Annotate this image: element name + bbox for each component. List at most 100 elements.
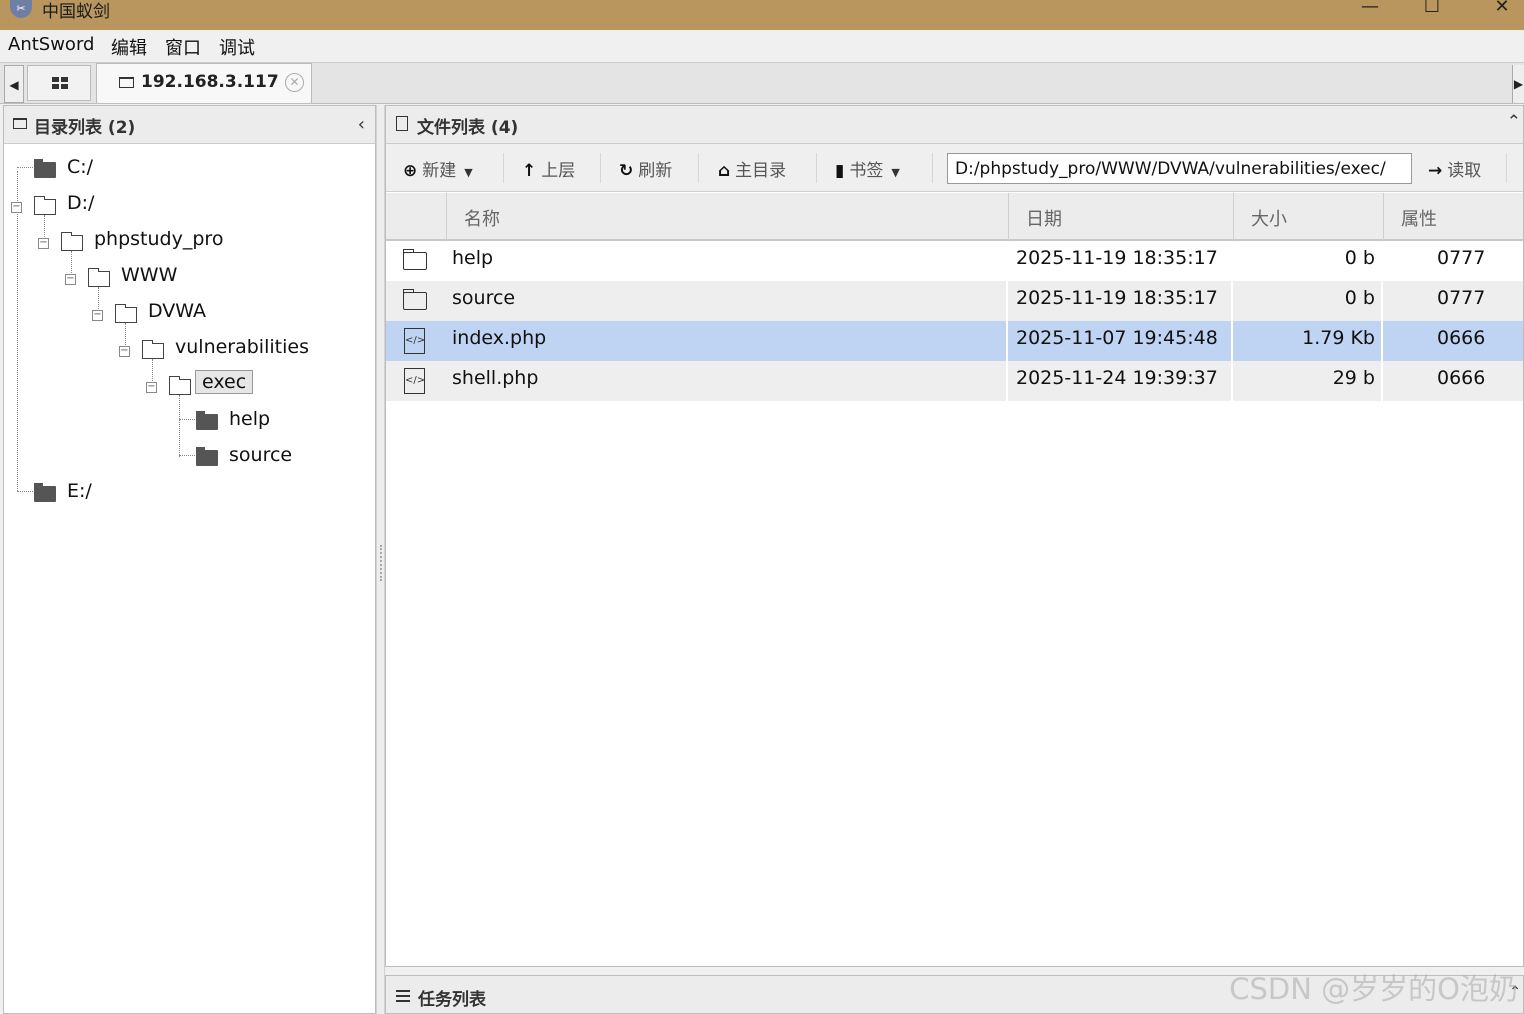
list-icon bbox=[396, 990, 410, 1002]
tree-node-www[interactable]: − WWW bbox=[4, 262, 254, 292]
refresh-button-label: 刷新 bbox=[638, 161, 673, 181]
table-row[interactable]: source 2025-11-19 18:35:17 0 b 0777 bbox=[386, 281, 1523, 321]
tree-node-vulnerabilities[interactable]: − vulnerabilities bbox=[4, 334, 309, 364]
tab-scroll-left-icon[interactable]: ◀ bbox=[4, 65, 24, 103]
collapse-toggle-icon[interactable]: − bbox=[38, 238, 49, 249]
caret-down-icon: ▼ bbox=[891, 166, 900, 179]
table-row[interactable]: </> shell.php 2025-11-24 19:39:37 29 b 0… bbox=[386, 361, 1523, 401]
plus-circle-icon: ⊕ bbox=[403, 161, 418, 181]
new-button-label: 新建 bbox=[422, 161, 457, 181]
caret-down-icon: ▼ bbox=[464, 166, 473, 179]
task-list-title: 任务列表 bbox=[418, 990, 486, 1010]
folder-icon bbox=[402, 289, 427, 310]
tree-node-label: DVWA bbox=[148, 300, 207, 322]
tree-node-exec[interactable]: − exec bbox=[4, 370, 304, 400]
menu-window[interactable]: 窗口 bbox=[165, 34, 201, 60]
menu-debug[interactable]: 调试 bbox=[219, 34, 255, 60]
collapse-toggle-icon[interactable]: − bbox=[92, 310, 103, 321]
maximize-icon[interactable]: ☐ bbox=[1412, 0, 1452, 20]
arrow-right-icon: → bbox=[1428, 161, 1443, 181]
refresh-icon: ↻ bbox=[619, 161, 634, 181]
file-list-panel-header: 文件列表 (4) ⌃ bbox=[386, 106, 1523, 144]
tab-label: 192.168.3.117 bbox=[141, 72, 279, 92]
tree-node-label: D:/ bbox=[67, 192, 95, 214]
folder-open-icon bbox=[33, 196, 56, 215]
tree-node-d-drive[interactable]: − D:/ bbox=[4, 190, 204, 220]
file-name: source bbox=[452, 287, 516, 309]
folder-open-icon bbox=[141, 340, 164, 359]
directory-tree: C:/ − D:/ − phpstudy_pro − WWW − DVWA − bbox=[4, 144, 375, 1004]
file-date: 2025-11-24 19:39:37 bbox=[1006, 361, 1231, 401]
table-row[interactable]: help 2025-11-19 18:35:17 0 b 0777 bbox=[386, 241, 1523, 281]
bookmark-icon: ▮ bbox=[835, 161, 845, 181]
minimize-icon[interactable]: — bbox=[1350, 0, 1390, 20]
tree-node-dvwa[interactable]: − DVWA bbox=[4, 298, 254, 328]
tab-home[interactable] bbox=[27, 65, 91, 101]
file-attr: 0777 bbox=[1381, 241, 1524, 281]
tree-node-source[interactable]: source bbox=[4, 442, 304, 472]
collapse-left-icon[interactable]: ‹ bbox=[358, 114, 365, 135]
folder-open-icon bbox=[114, 304, 137, 323]
bookmark-button-label: 书签 bbox=[849, 161, 884, 181]
directory-panel-title: 目录列表 (2) bbox=[34, 118, 136, 138]
folder-icon bbox=[119, 77, 134, 88]
chevron-up-icon[interactable]: ⌃ bbox=[1507, 112, 1521, 132]
file-size: 0 b bbox=[1231, 281, 1381, 321]
new-button[interactable]: ⊕ 新建 ▼ bbox=[403, 156, 473, 181]
home-dir-button-label: 主目录 bbox=[735, 161, 787, 181]
tab-shell-connection[interactable]: 192.168.3.117 ✕ bbox=[96, 63, 312, 103]
tree-node-label: phpstudy_pro bbox=[94, 228, 224, 250]
window-title: 中国蚁剑 bbox=[42, 2, 110, 22]
splitter-grip-icon bbox=[380, 545, 382, 581]
collapse-toggle-icon[interactable]: − bbox=[11, 202, 22, 213]
tree-node-phpstudy-pro[interactable]: − phpstudy_pro bbox=[4, 226, 254, 256]
table-row[interactable]: </> index.php 2025-11-07 19:45:48 1.79 K… bbox=[386, 321, 1523, 361]
file-table-header: 名称 日期 大小 属性 bbox=[386, 193, 1523, 241]
up-level-button[interactable]: ↑ 上层 bbox=[522, 156, 575, 181]
tree-node-e-drive[interactable]: E:/ bbox=[4, 478, 204, 508]
arrow-up-icon: ↑ bbox=[522, 161, 537, 181]
tree-node-label: E:/ bbox=[67, 480, 92, 502]
tab-scroll-right-icon[interactable]: ▶ bbox=[1512, 65, 1524, 103]
file-attr: 0666 bbox=[1381, 361, 1524, 401]
tree-node-help[interactable]: help bbox=[4, 406, 304, 436]
antsword-logo-icon: ✂ bbox=[10, 0, 32, 18]
tree-node-c-drive[interactable]: C:/ bbox=[4, 154, 204, 184]
file-list-panel-title: 文件列表 (4) bbox=[417, 118, 519, 138]
folder-open-icon bbox=[168, 376, 191, 395]
folder-open-icon bbox=[60, 232, 83, 251]
tree-node-label: source bbox=[229, 444, 293, 466]
home-icon: ⌂ bbox=[718, 161, 731, 181]
watermark: CSDN @岁岁的O泡奶 bbox=[1229, 972, 1518, 1006]
bookmark-button[interactable]: ▮ 书签 ▼ bbox=[835, 156, 900, 181]
directory-panel: 目录列表 (2) ‹ C:/ − D:/ − phpstudy_pro − WW… bbox=[3, 105, 376, 1014]
circle-x-icon[interactable]: ✕ bbox=[285, 73, 304, 92]
folder-closed-icon bbox=[196, 411, 218, 430]
up-level-button-label: 上层 bbox=[541, 161, 576, 181]
home-dir-button[interactable]: ⌂ 主目录 bbox=[718, 156, 786, 181]
file-size: 29 b bbox=[1231, 361, 1381, 401]
refresh-button[interactable]: ↻ 刷新 bbox=[619, 156, 672, 181]
column-header-size[interactable]: 大小 bbox=[1233, 193, 1383, 241]
tree-node-label: help bbox=[229, 408, 271, 430]
collapse-toggle-icon[interactable]: − bbox=[119, 346, 130, 357]
read-button-label: 读取 bbox=[1447, 161, 1482, 181]
folder-icon bbox=[402, 249, 427, 270]
tab-bar: ◀ 192.168.3.117 ✕ ▶ bbox=[0, 62, 1524, 104]
close-icon[interactable]: ✕ bbox=[1482, 0, 1522, 20]
menu-edit[interactable]: 编辑 bbox=[111, 34, 147, 60]
file-icon bbox=[396, 116, 408, 131]
panel-splitter[interactable] bbox=[376, 105, 385, 1014]
column-header-attr[interactable]: 属性 bbox=[1383, 193, 1524, 241]
column-header-date[interactable]: 日期 bbox=[1008, 193, 1233, 241]
folder-closed-icon bbox=[196, 447, 218, 466]
collapse-toggle-icon[interactable]: − bbox=[65, 274, 76, 285]
column-header-name[interactable]: 名称 bbox=[446, 193, 1008, 241]
menu-antsword[interactable]: AntSword bbox=[8, 34, 94, 55]
read-button[interactable]: → 读取 bbox=[1428, 156, 1481, 181]
path-input[interactable] bbox=[947, 153, 1412, 184]
file-size: 0 b bbox=[1231, 241, 1381, 281]
code-file-icon: </> bbox=[404, 368, 425, 394]
collapse-toggle-icon[interactable]: − bbox=[146, 382, 157, 393]
code-file-icon: </> bbox=[404, 328, 425, 354]
